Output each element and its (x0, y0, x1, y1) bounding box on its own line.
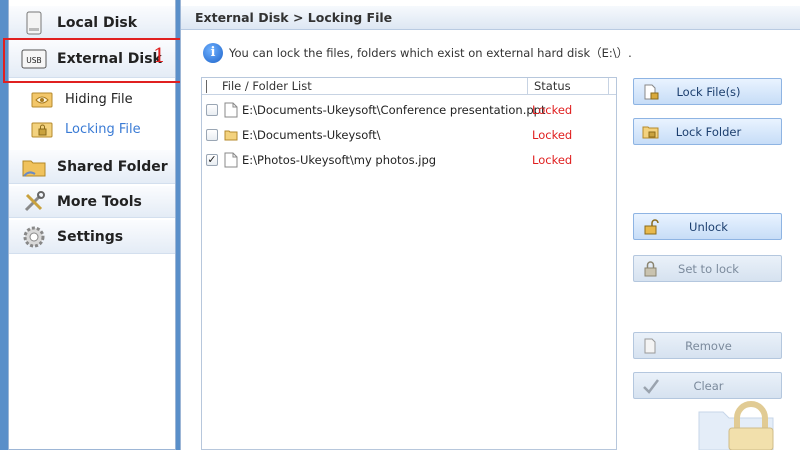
locked-folder-icon (31, 119, 53, 139)
lock-files-button[interactable]: Lock File(s) (633, 78, 782, 105)
button-label: Remove (685, 339, 732, 353)
file-path: E:\Documents-Ukeysoft\Conference present… (242, 103, 546, 117)
hidden-file-icon (31, 89, 53, 109)
status-label: Locked (532, 153, 573, 167)
sidebar-item-external-disk[interactable]: USB External Disk (9, 40, 175, 78)
list-item[interactable]: E:\Documents-Ukeysoft\ Locked (202, 124, 616, 146)
info-message: You can lock the files, folders which ex… (229, 46, 632, 60)
row-checkbox[interactable] (206, 129, 218, 141)
button-label: Lock File(s) (676, 85, 741, 99)
gear-icon (21, 224, 47, 250)
button-label: Lock Folder (675, 125, 742, 139)
button-label: Set to lock (678, 262, 739, 276)
info-icon: i (203, 43, 223, 63)
tools-icon (21, 189, 47, 215)
sidebar-item-label: Settings (57, 228, 124, 245)
column-divider[interactable] (527, 78, 528, 94)
file-path: E:\Photos-Ukeysoft\my photos.jpg (242, 153, 437, 167)
shared-folder-icon (21, 154, 47, 180)
sidebar-item-label: External Disk (57, 50, 162, 67)
sidebar-subitem-label: Hiding File (65, 91, 133, 107)
file-icon (224, 152, 238, 168)
column-header-file[interactable]: File / Folder List (222, 79, 312, 93)
file-list[interactable]: File / Folder List Status E:\Documents-U… (201, 77, 617, 450)
status-label: Locked (532, 103, 573, 117)
column-header-status[interactable]: Status (534, 79, 571, 93)
header-select-all[interactable] (206, 80, 207, 93)
set-to-lock-button[interactable]: Set to lock (633, 255, 782, 282)
file-path: E:\Documents-Ukeysoft\ (242, 128, 381, 142)
remove-button[interactable]: Remove (633, 332, 782, 359)
sidebar-item-label: Shared Folder (57, 158, 168, 175)
unlock-button[interactable]: Unlock (633, 213, 782, 240)
status-label: Locked (532, 128, 573, 142)
usb-drive-icon: USB (21, 46, 47, 72)
list-item[interactable]: ✓ E:\Photos-Ukeysoft\my photos.jpg Locke… (202, 149, 616, 171)
button-label: Unlock (689, 220, 728, 234)
sidebar-item-shared-folder[interactable]: Shared Folder (9, 150, 175, 184)
sidebar: Local Disk USB External Disk Hiding File (8, 0, 176, 450)
row-checkbox-checked[interactable]: ✓ (206, 154, 218, 166)
file-icon (224, 102, 238, 118)
sidebar-item-label: More Tools (57, 193, 142, 210)
lock-folder-button[interactable]: Lock Folder (633, 118, 782, 145)
sidebar-item-more-tools[interactable]: More Tools (9, 186, 175, 218)
main-panel: External Disk > Locking File i You can l… (180, 0, 800, 450)
row-checkbox[interactable] (206, 104, 218, 116)
folder-icon (224, 127, 238, 143)
column-divider[interactable] (608, 78, 609, 94)
sidebar-item-local-disk[interactable]: Local Disk (9, 6, 175, 40)
list-item[interactable]: E:\Documents-Ukeysoft\Conference present… (202, 99, 616, 121)
list-header: File / Folder List Status (202, 78, 616, 95)
usb-icon-text: USB (26, 56, 41, 65)
panel-titlebar: External Disk > Locking File (181, 6, 800, 30)
sidebar-subitem-locking-file[interactable]: Locking File (9, 114, 175, 144)
breadcrumb: External Disk > Locking File (195, 10, 393, 25)
sidebar-subitem-label: Locking File (65, 121, 141, 137)
annotation-number: 1 (153, 43, 166, 67)
decorative-lock-folder-icon (693, 398, 785, 450)
clear-button[interactable]: Clear (633, 372, 782, 399)
sidebar-subitem-hiding-file[interactable]: Hiding File (9, 84, 175, 114)
sidebar-item-settings[interactable]: Settings (9, 220, 175, 254)
disk-drive-icon (21, 10, 47, 36)
button-label: Clear (693, 379, 724, 393)
sidebar-item-label: Local Disk (57, 14, 138, 31)
